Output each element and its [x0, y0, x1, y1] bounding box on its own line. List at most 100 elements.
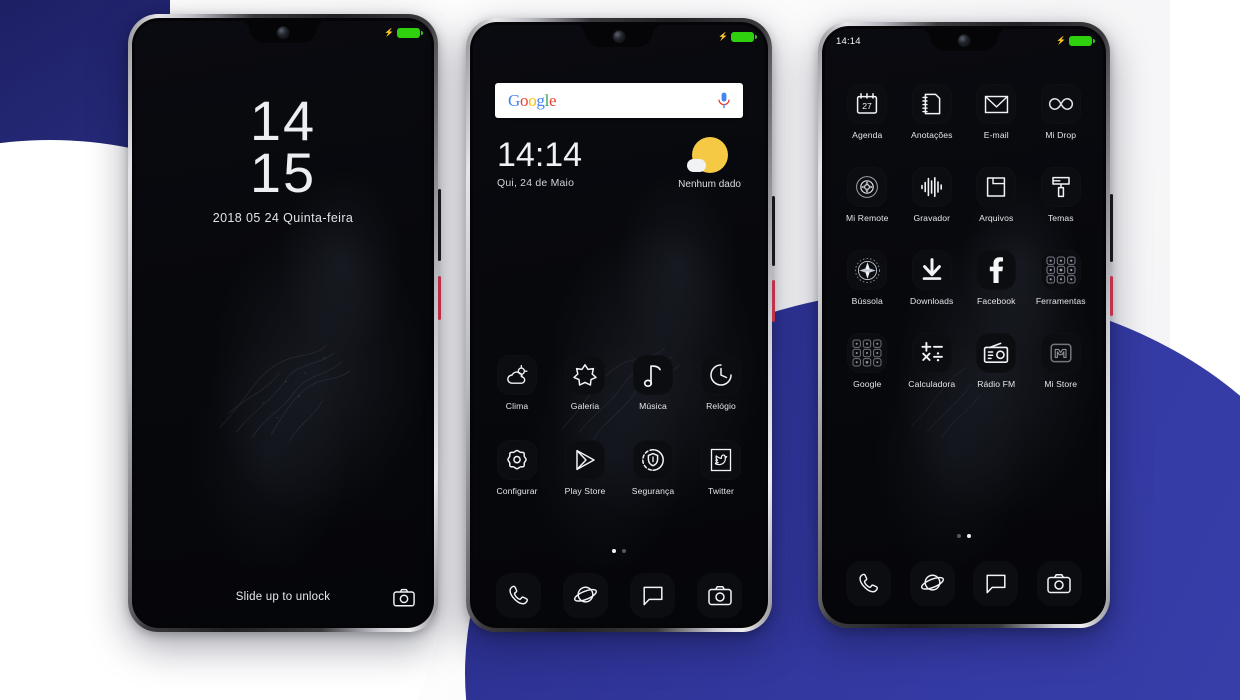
home-widget[interactable]: 14:14 Qui, 24 de Maio Nenhum dado — [497, 137, 747, 190]
phone-bezel-1: ⚡ 14 15 2018 05 24 Quinta-feira Slide up… — [132, 18, 434, 628]
app-google-folder[interactable]: Google — [839, 333, 895, 389]
dock-browser-button[interactable] — [909, 561, 955, 606]
app-radio-fm[interactable]: Rádio FM — [968, 333, 1024, 389]
power-button-3[interactable] — [1110, 276, 1113, 316]
sun-cloud-icon — [686, 137, 728, 173]
dock-browser-button[interactable] — [563, 573, 608, 618]
app-label: Twitter — [707, 486, 734, 496]
phone-home-screen: ⚡ Google 14:14 Qui, 24 de Maio Nenhum da… — [466, 18, 775, 632]
dock-camera-button[interactable] — [1036, 561, 1082, 606]
app-calculadora[interactable]: Calculadora — [904, 333, 960, 389]
power-button-1[interactable] — [438, 276, 441, 320]
weather-widget[interactable]: Nenhum dado — [678, 137, 747, 190]
wallpaper-smoke-1 — [220, 344, 351, 441]
planet-browser-icon — [920, 574, 944, 591]
clock-widget[interactable]: 14:14 Qui, 24 de Maio — [497, 137, 582, 190]
app-musica[interactable]: Música — [625, 355, 681, 411]
page-dot-1[interactable] — [957, 534, 961, 538]
status-icons-1: ⚡ — [384, 28, 423, 38]
app-bussola[interactable]: Bússola — [839, 250, 895, 306]
app-galeria[interactable]: Galeria — [557, 355, 613, 411]
phone-app-drawer: 14:14 ⚡ 27 Agenda Anotações E-mail Mi Dr… — [818, 22, 1113, 628]
shield-icon — [633, 440, 673, 480]
dock-home — [473, 573, 765, 618]
app-label: Agenda — [852, 130, 883, 140]
play-triangle-icon — [565, 440, 605, 480]
lock-date: 2018 05 24 Quinta-feira — [212, 211, 354, 225]
app-agenda[interactable]: 27 Agenda — [839, 84, 895, 140]
app-facebook[interactable]: Facebook — [968, 250, 1024, 306]
app-label: Segurança — [631, 486, 675, 496]
waveform-icon — [911, 167, 952, 207]
dock-messages-button[interactable] — [973, 561, 1019, 606]
app-twitter[interactable]: Twitter — [693, 440, 749, 496]
volume-button-3[interactable] — [1110, 194, 1113, 262]
app-mi-remote[interactable]: Mi Remote — [839, 167, 895, 223]
app-row-1: Clima Galeria Música Relógio — [473, 355, 765, 411]
app-seguranca[interactable]: Segurança — [625, 440, 681, 496]
screen-app-drawer[interactable]: 14:14 ⚡ 27 Agenda Anotações E-mail Mi Dr… — [825, 29, 1103, 621]
app-mi-store[interactable]: Mi Store — [1033, 333, 1089, 389]
phone-bezel-3: 14:14 ⚡ 27 Agenda Anotações E-mail Mi Dr… — [822, 26, 1106, 624]
page-indicator-home[interactable] — [473, 549, 765, 553]
notch-3 — [930, 29, 998, 51]
screen-lock[interactable]: ⚡ 14 15 2018 05 24 Quinta-feira Slide up… — [135, 21, 431, 625]
page-indicator-drawer[interactable] — [825, 534, 1103, 538]
google-logo: Google — [508, 90, 557, 110]
calculator-icon — [911, 333, 952, 373]
app-relogio[interactable]: Relógio — [693, 355, 749, 411]
clock-icon — [701, 355, 741, 395]
infinity-icon — [1040, 84, 1081, 124]
dock-messages-button[interactable] — [630, 573, 675, 618]
page-dot-1[interactable] — [612, 549, 616, 553]
lock-camera-shortcut[interactable] — [393, 588, 415, 607]
page-dot-2[interactable] — [622, 549, 626, 553]
app-label: Anotações — [910, 130, 953, 140]
dock-camera-button[interactable] — [697, 573, 742, 618]
app-play-store[interactable]: Play Store — [557, 440, 613, 496]
weather-status: Nenhum dado — [678, 179, 741, 190]
app-label: Ferramentas — [1035, 296, 1086, 306]
app-arquivos[interactable]: Arquivos — [968, 167, 1024, 223]
app-ferramentas[interactable]: Ferramentas — [1033, 250, 1089, 306]
app-configurar[interactable]: Configurar — [489, 440, 545, 496]
app-label: Relógio — [706, 401, 736, 411]
dock-phone-button[interactable] — [846, 561, 892, 606]
app-label: Play Store — [564, 486, 606, 496]
dock-phone-button[interactable] — [496, 573, 541, 618]
front-camera-icon-1 — [277, 27, 289, 38]
volume-button-2[interactable] — [772, 196, 775, 266]
remote-control-icon — [847, 167, 888, 207]
notepad-icon — [911, 84, 952, 124]
screen-home[interactable]: ⚡ Google 14:14 Qui, 24 de Maio Nenhum da… — [473, 25, 765, 625]
app-label: Rádio FM — [977, 379, 1016, 389]
phone-icon — [859, 573, 879, 593]
app-anotacoes[interactable]: Anotações — [904, 84, 960, 140]
app-gravador[interactable]: Gravador — [904, 167, 960, 223]
lock-hours: 14 — [249, 89, 317, 152]
page-dot-2[interactable] — [967, 534, 971, 538]
status-time-3: 14:14 — [836, 35, 861, 47]
app-temas[interactable]: Temas — [1033, 167, 1089, 223]
front-camera-icon-3 — [958, 35, 970, 46]
google-search-bar[interactable]: Google — [495, 83, 743, 118]
app-mi-drop[interactable]: Mi Drop — [1033, 84, 1089, 140]
star-flower-icon — [565, 355, 605, 395]
download-arrow-icon — [911, 250, 952, 290]
camera-icon — [707, 586, 732, 606]
app-label: Música — [639, 401, 667, 411]
app-clima[interactable]: Clima — [489, 355, 545, 411]
power-button-2[interactable] — [772, 280, 775, 322]
app-label: Mi Store — [1044, 379, 1078, 389]
app-email[interactable]: E-mail — [968, 84, 1024, 140]
app-label: Galeria — [570, 401, 600, 411]
volume-button-1[interactable] — [438, 189, 441, 261]
app-grid-drawer: 27 Agenda Anotações E-mail Mi Drop Mi Re… — [825, 84, 1103, 389]
app-downloads[interactable]: Downloads — [904, 250, 960, 306]
mi-logo-icon — [1040, 333, 1081, 373]
facebook-icon — [976, 250, 1017, 290]
app-label: Gravador — [913, 213, 951, 223]
app-row-2: Mi Remote Gravador Arquivos Temas — [825, 167, 1103, 223]
svg-text:27: 27 — [862, 101, 872, 111]
microphone-icon[interactable] — [718, 92, 730, 109]
